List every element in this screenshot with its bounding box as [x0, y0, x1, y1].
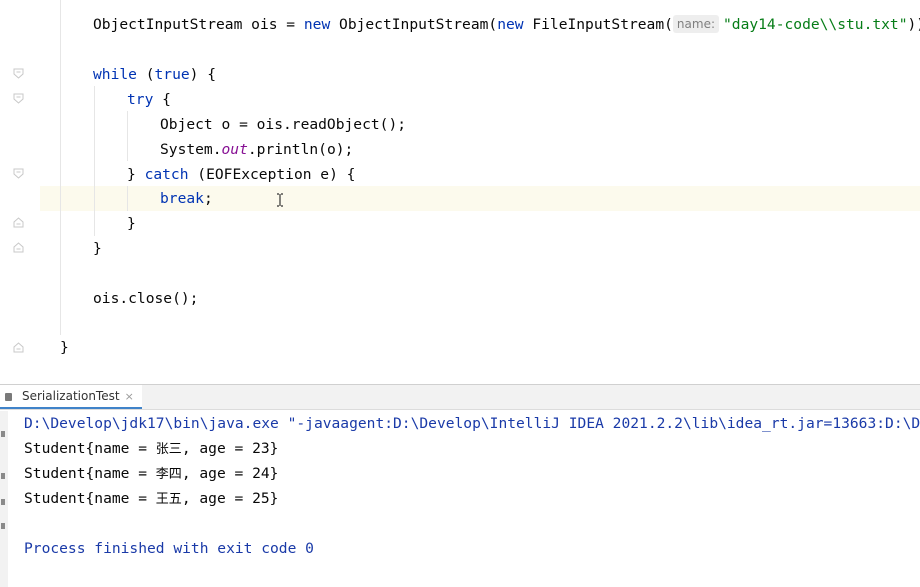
console-exit-message: Process finished with exit code 0: [24, 540, 314, 557]
code-line-catch[interactable]: } catch (EOFException e) {: [127, 162, 355, 187]
run-console[interactable]: D:\Develop\jdk17\bin\java.exe "-javaagen…: [0, 411, 920, 587]
editor-gutter: [0, 0, 40, 384]
code-line-close-catch[interactable]: }: [127, 211, 136, 236]
console-output-line: Student{name = 张三, age = 23}: [24, 440, 279, 457]
tab-serialization-test[interactable]: SerializationTest ×: [0, 385, 142, 409]
run-tab-bar: SerializationTest ×: [0, 385, 920, 410]
code-line-while[interactable]: while (true) {: [93, 62, 216, 87]
console-tool-icon[interactable]: [1, 473, 5, 479]
tab-label: SerializationTest: [22, 389, 120, 403]
code-line-break[interactable]: break;: [160, 186, 213, 211]
code-line-ois-close[interactable]: ois.close();: [93, 286, 198, 311]
code-line-try[interactable]: try {: [127, 87, 171, 112]
console-tool-icon[interactable]: [1, 431, 5, 437]
code-line-println[interactable]: System.out.println(o);: [160, 137, 353, 162]
fold-open-icon[interactable]: [13, 93, 24, 104]
code-editor[interactable]: ObjectInputStream ois = new ObjectInputS…: [0, 0, 920, 384]
parameter-name-hint: name:: [672, 15, 719, 33]
indent-guide: [127, 111, 128, 161]
fold-close-icon[interactable]: [13, 342, 24, 353]
console-toolbar: [0, 411, 8, 587]
code-line-close-while[interactable]: }: [93, 236, 102, 261]
code-line-ois-declaration[interactable]: ObjectInputStream ois = new ObjectInputS…: [93, 12, 920, 37]
code-line-read-object[interactable]: Object o = ois.readObject();: [160, 112, 406, 137]
indent-guide: [127, 186, 128, 211]
fold-close-icon[interactable]: [13, 217, 24, 228]
code-line-close-method[interactable]: }: [60, 335, 69, 360]
run-config-icon: [5, 393, 12, 401]
console-tool-icon[interactable]: [1, 523, 5, 529]
close-icon[interactable]: ×: [125, 390, 134, 403]
fold-close-icon[interactable]: [13, 242, 24, 253]
console-command-line: D:\Develop\jdk17\bin\java.exe "-javaagen…: [24, 415, 920, 432]
fold-open-icon[interactable]: [13, 68, 24, 79]
current-line-highlight: [0, 186, 920, 211]
indent-guide: [94, 86, 95, 236]
text-cursor-icon: [276, 192, 284, 207]
fold-open-icon[interactable]: [13, 168, 24, 179]
console-output-line: Student{name = 王五, age = 25}: [24, 490, 279, 507]
console-tool-icon[interactable]: [1, 499, 5, 505]
indent-guide: [60, 0, 61, 335]
console-output-line: Student{name = 李四, age = 24}: [24, 465, 279, 482]
